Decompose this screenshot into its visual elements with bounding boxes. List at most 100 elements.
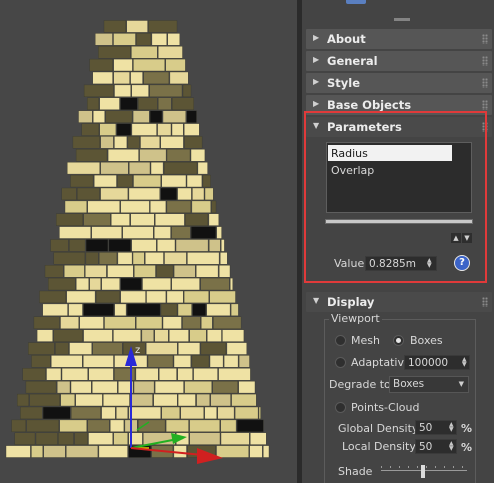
brick <box>51 355 83 368</box>
adaptative-field[interactable]: 100000 <box>404 355 470 370</box>
grip-icon[interactable] <box>482 56 488 66</box>
adaptative-radio[interactable] <box>335 357 346 368</box>
brick <box>133 174 161 188</box>
grip-icon[interactable] <box>482 100 488 110</box>
rollout-general[interactable]: ▶ General <box>306 51 492 71</box>
brick <box>130 71 143 85</box>
brick <box>100 161 129 175</box>
brick <box>88 432 113 445</box>
brick <box>219 252 228 265</box>
grip-icon[interactable] <box>482 297 488 307</box>
brick <box>182 84 192 98</box>
brick <box>61 368 88 381</box>
brick <box>114 136 128 149</box>
brick-row <box>53 252 228 265</box>
brick <box>150 161 164 175</box>
brick <box>173 265 196 278</box>
grip-icon[interactable] <box>482 34 488 44</box>
rollout-about[interactable]: ▶ About <box>306 29 492 49</box>
brick-row <box>72 136 203 149</box>
brick <box>151 33 167 46</box>
brick <box>192 187 205 201</box>
rollout-title: Base Objects <box>327 98 412 112</box>
global-density-label: Global Density <box>338 422 419 435</box>
x-axis-arrow <box>197 448 223 464</box>
expand-arrow-icon: ▶ <box>313 55 320 64</box>
brick <box>229 277 233 291</box>
points-cloud-radio[interactable] <box>335 402 346 413</box>
brick <box>234 406 259 420</box>
brick-row <box>81 123 200 136</box>
brick <box>79 316 104 329</box>
brick <box>238 355 250 368</box>
brick <box>92 110 105 123</box>
brick <box>91 226 122 239</box>
boxes-label: Boxes <box>410 334 443 347</box>
brick <box>85 239 109 252</box>
brick <box>122 226 154 239</box>
brick-row <box>59 226 222 239</box>
axis-gizmo-icon[interactable]: z <box>115 340 235 470</box>
global-density-percent: % <box>461 422 473 435</box>
brick <box>258 406 261 420</box>
brick <box>139 149 167 162</box>
brick <box>107 265 134 278</box>
brick <box>238 381 256 394</box>
boxes-radio[interactable] <box>393 335 404 346</box>
brick <box>95 290 120 304</box>
rollout-display[interactable]: ▼ Display <box>306 292 492 312</box>
highlight-box <box>304 111 487 283</box>
brick <box>157 97 172 110</box>
brick <box>150 200 167 213</box>
brick <box>83 355 114 368</box>
brick <box>166 149 191 162</box>
brick <box>202 174 211 188</box>
mesh-radio[interactable] <box>335 335 346 346</box>
degrade-to-dropdown[interactable]: Boxes ▼ <box>389 376 469 393</box>
brick <box>83 329 113 342</box>
brick <box>114 84 131 98</box>
brick <box>100 136 114 149</box>
brick <box>5 445 31 458</box>
panel-top-button[interactable] <box>346 0 366 4</box>
brick <box>83 213 111 226</box>
panel-drag-handle[interactable] <box>394 18 410 21</box>
shade-slider[interactable] <box>381 463 467 479</box>
brick <box>75 149 108 162</box>
brick <box>83 84 114 98</box>
slider-thumb[interactable] <box>421 465 425 478</box>
brick <box>14 432 36 445</box>
brick <box>200 277 230 291</box>
brick <box>192 303 206 316</box>
brick <box>104 316 136 329</box>
brick <box>130 213 155 226</box>
dropdown-arrow-icon: ▼ <box>458 380 464 388</box>
shade-label: Shade <box>338 465 373 478</box>
rollout-title: About <box>327 32 366 46</box>
brick <box>66 290 96 304</box>
viewport-3d[interactable]: z <box>0 0 297 483</box>
brick <box>99 123 117 136</box>
brick <box>93 174 117 188</box>
adaptative-spinner-arrows[interactable]: ▲ ▼ <box>462 357 470 368</box>
local-density-spinner-arrows[interactable]: ▲ ▼ <box>449 441 457 452</box>
brick <box>11 419 26 432</box>
global-density-spinner-arrows[interactable]: ▲ ▼ <box>449 422 457 433</box>
brick <box>249 445 263 458</box>
rollout-style[interactable]: ▶ Style <box>306 73 492 93</box>
brick <box>263 445 270 458</box>
brick <box>236 419 264 432</box>
adaptative-label: Adaptative <box>351 356 411 369</box>
brick <box>149 84 183 98</box>
brick <box>89 277 101 291</box>
brick <box>99 97 120 110</box>
brick <box>128 161 151 175</box>
brick <box>68 303 83 316</box>
viewport-group-label: Viewport <box>329 312 382 325</box>
brick <box>114 303 127 316</box>
brick <box>184 136 203 149</box>
brick <box>230 303 239 316</box>
brick <box>36 329 53 342</box>
grip-icon[interactable] <box>482 78 488 88</box>
brick-row <box>42 303 239 316</box>
